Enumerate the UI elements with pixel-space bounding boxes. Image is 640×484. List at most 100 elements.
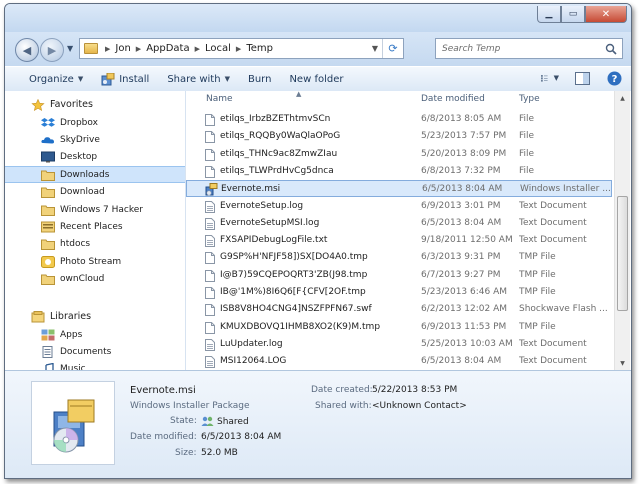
back-arrow-icon: ◀ [22,43,32,57]
breadcrumb-item[interactable]: Jon [115,43,130,54]
file-row[interactable]: I@B7)59CQEPOQRT3'ZB(J98.tmp 6/7/2013 9:27… [186,267,612,284]
sidebar-item-label: Dropbox [60,117,98,128]
change-view-button[interactable]: ▼ [541,70,559,86]
title-bar[interactable]: ▁ ▭ ✕ [5,4,631,32]
svg-text:?: ? [611,74,617,85]
file-row[interactable]: ISB8V8HO4CNG4]NSZFPFN67.swf 6/2/2013 12:0… [186,301,612,318]
recent-places-icon [41,221,55,233]
install-button[interactable]: Install [101,72,150,86]
sidebar-item-downloads[interactable]: Downloads [5,166,185,184]
new-folder-label: New folder [289,73,344,85]
breadcrumb-chevron-icon[interactable]: ▶ [195,45,200,53]
file-row[interactable]: EvernoteSetup.log 6/9/2013 3:01 PM Text Do… [186,198,612,215]
file-type: TMP File [519,269,556,280]
refresh-button[interactable]: ⟳ [382,39,403,58]
address-history-dropdown[interactable]: ▼ [368,44,382,53]
sidebar-item-recent-places[interactable]: Recent Places [5,218,185,235]
nav-favorites-header[interactable]: Favorites [5,96,185,113]
close-button[interactable]: ✕ [585,6,627,23]
sidebar-item-owncloud[interactable]: ownCloud [5,271,185,288]
sidebar-item-label: Apps [60,329,83,340]
file-row[interactable]: etilqs_RQQBy0WaQlaOPoG 5/23/2013 7:57 PM F… [186,128,612,145]
maximize-button[interactable]: ▭ [561,6,585,23]
command-bar: Organize ▼ Install Share with ▼ Burn New f… [5,66,631,92]
install-label: Install [119,73,150,85]
libraries-icon [31,310,45,322]
file-name: IB@'1M%)8I6Q6[F{CFV[2OF.tmp [220,287,366,297]
file-type: TMP File [519,321,556,332]
forward-button[interactable]: ▶ [40,38,64,62]
breadcrumb-chevron-icon[interactable]: ▶ [105,45,110,53]
file-icon [205,287,215,299]
search-input[interactable]: Search Temp [435,38,623,59]
star-icon [31,98,45,111]
minimize-button[interactable]: ▁ [537,6,561,23]
file-icon [205,321,215,334]
breadcrumb-item[interactable]: Temp [246,43,273,54]
breadcrumb-item[interactable]: Local [205,43,231,54]
sidebar-item-music[interactable]: Music [5,361,185,370]
help-button[interactable]: ? [605,70,623,86]
file-row[interactable]: Evernote.msi 6/5/2013 8:04 AM Windows Inst… [186,180,612,198]
scroll-up-icon[interactable]: ▲ [615,91,630,105]
sidebar-item-download[interactable]: Download [5,184,185,201]
sidebar-item-documents[interactable]: Documents [5,343,185,360]
column-header-date[interactable]: Date modified [421,94,485,104]
sidebar-item-label: ownCloud [60,274,105,285]
sidebar-item-dropbox[interactable]: Dropbox [5,114,185,131]
recent-pages-dropdown[interactable]: ▼ [67,44,73,53]
sidebar-item-windows-7-hacker[interactable]: Windows 7 Hacker [5,201,185,218]
file-type: File [519,131,535,142]
sidebar-item-htdocs[interactable]: htdocs [5,236,185,253]
scroll-down-icon[interactable]: ▼ [615,356,630,370]
sidebar-item-skydrive[interactable]: SkyDrive [5,131,185,148]
caption-buttons: ▁ ▭ ✕ [537,6,627,23]
file-row[interactable]: IB@'1M%)8I6Q6[F{CFV[2OF.tmp 5/23/2013 6:4… [186,284,612,301]
file-type: TMP File [519,287,556,297]
organize-label: Organize [29,73,74,85]
file-row[interactable]: LuUpdater.log 5/25/2013 10:03 AM Text Docu… [186,336,612,353]
text-file-icon [205,356,215,369]
file-row[interactable]: etilqs_THNc9ac8ZmwZIau 5/20/2013 8:09 PM F… [186,146,612,163]
date-created-value: 5/22/2013 8:53 PM [372,385,458,395]
sidebar-item-desktop[interactable]: Desktop [5,149,185,166]
file-type: File [519,148,535,159]
file-row[interactable]: EvernoteSetupMSI.log 6/5/2013 8:04 AM Text… [186,215,612,232]
scrollbar-thumb[interactable] [617,196,628,311]
share-with-label: Share with [167,73,221,85]
address-bar[interactable]: ▶ Jon ▶ AppData ▶ Local ▶ Temp ▼ ⟳ [79,38,404,59]
column-header-type[interactable]: Type [519,94,540,104]
sidebar-item-photo-stream[interactable]: Photo Stream [5,253,185,270]
column-header-name[interactable]: Name [206,94,233,104]
state-value: Shared [217,416,249,427]
file-name: MSI12064.LOG [220,356,287,367]
organize-button[interactable]: Organize ▼ [29,74,83,85]
sidebar-item-label: Documents [60,346,112,357]
file-row[interactable]: etilqs_IrbzBZEThtmvSCn 6/8/2013 8:05 AM Fi… [186,111,612,128]
share-with-button[interactable]: Share with ▼ [167,74,230,85]
breadcrumb-item[interactable]: AppData [146,43,189,54]
file-row[interactable]: G9SP%H'NFJF58])SX[DO4A0.tmp 6/3/2013 9:31… [186,249,612,266]
file-row[interactable]: etilqs_TLWPrdHvCg5dnca 6/8/2013 7:32 PM Fi… [186,163,612,180]
burn-button[interactable]: Burn [248,74,271,85]
file-type: Text Document [519,356,587,367]
shared-with-label: Shared with: [315,401,372,411]
sidebar-item-apps[interactable]: Apps [5,326,185,343]
back-button[interactable]: ◀ [15,38,39,62]
breadcrumb-chevron-icon[interactable]: ▶ [136,45,141,53]
file-row[interactable]: KMUXDBOVQ1IHMB8XO2(K9)M.tmp 6/9/2013 11:5… [186,319,612,336]
vertical-scrollbar[interactable]: ▲ ▼ [614,91,630,370]
folder-icon [41,205,55,216]
file-name: I@B7)59CQEPOQRT3'ZB(J98.tmp [220,269,368,280]
preview-pane-button[interactable] [573,70,591,86]
libraries-label: Libraries [50,311,92,322]
file-row[interactable]: MSI12064.LOG 6/5/2013 8:04 AM Text Documen… [186,353,612,370]
file-name: EvernoteSetupMSI.log [220,217,320,228]
nav-libraries-header[interactable]: Libraries [5,308,185,325]
file-date: 6/7/2013 9:27 PM [421,269,501,280]
breadcrumb-chevron-icon[interactable]: ▶ [236,45,241,53]
sidebar-item-label: Downloads [60,169,110,180]
download-folder-icon [41,187,55,199]
new-folder-button[interactable]: New folder [289,74,343,85]
file-row[interactable]: FXSAPIDebugLogFile.txt 9/18/2011 12:50 AM… [186,232,612,249]
